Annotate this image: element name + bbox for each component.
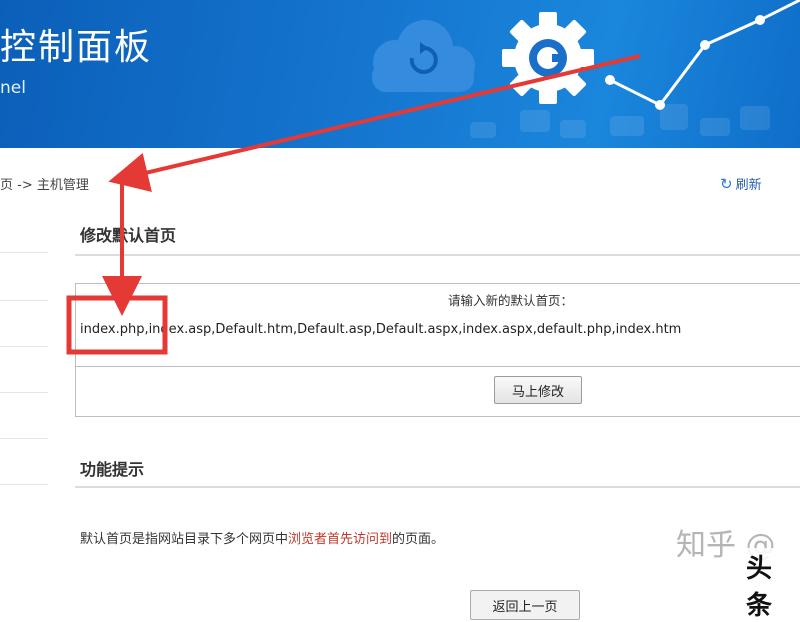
form-divider [75,366,800,367]
breadcrumb-current: 主机管理 [36,178,89,193]
tip-text-after: 的页面。 [392,532,445,547]
modify-form [75,283,800,417]
tip-text-before: 默认首页是指网站目录下多个网页中 [80,532,289,547]
watermark-toutiao: 头条 [740,548,800,622]
breadcrumb-prefix[interactable]: 页 -> [0,178,37,193]
breadcrumb: 页 -> 主机管理 [0,174,89,193]
section-title-modify: 修改默认首页 [80,226,177,245]
section-title-tips: 功能提示 [80,460,145,479]
gear-icon [502,12,594,104]
page-title: 控制面板 [0,27,153,68]
cloud-icon [372,20,475,92]
page-subtitle: nel [0,78,26,98]
sidebar-divider [0,300,48,301]
default-pages-input[interactable] [80,318,800,340]
header-banner: 控制面板 nel [0,0,800,148]
back-button[interactable]: 返回上一页 [470,590,580,620]
section-divider [75,486,800,488]
section-divider [75,254,800,256]
sidebar-divider [0,346,48,347]
tip-text-highlight: 浏览者首先访问到 [288,532,393,547]
refresh-label: 刷新 [735,178,762,193]
refresh-button[interactable]: ↻ 刷新 [720,174,762,194]
sidebar-divider [0,484,48,485]
tip-description: 默认首页是指网站目录下多个网页中浏览者首先访问到的页面。 [80,528,444,547]
sidebar-divider [0,438,48,439]
chart-line-icon [605,0,800,110]
sidebar-divider [0,392,48,393]
input-prompt-label: 请输入新的默认首页： [448,293,574,308]
sidebar-divider [0,252,48,253]
submit-button[interactable]: 马上修改 [494,376,582,404]
refresh-icon: ↻ [720,174,733,193]
